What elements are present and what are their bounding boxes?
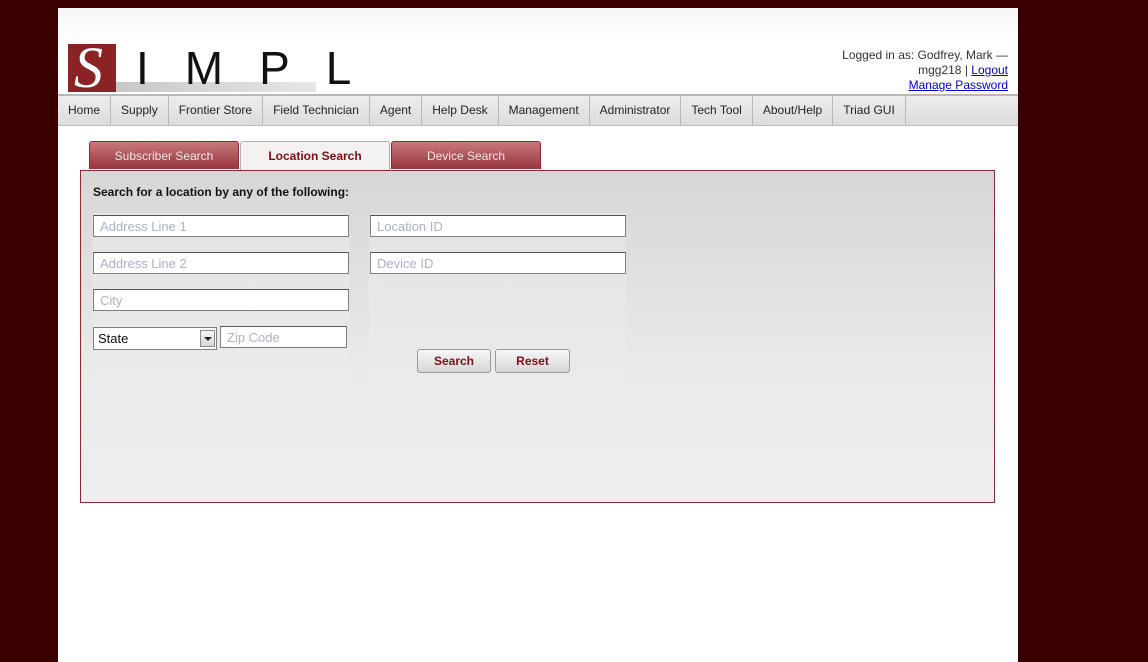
logged-in-label: Logged in as: Godfrey, Mark —	[842, 48, 1008, 62]
nav-tech-tool[interactable]: Tech Tool	[681, 96, 753, 125]
chevron-down-icon[interactable]	[200, 330, 215, 347]
device-id-input[interactable]	[370, 252, 626, 274]
search-tabs: Subscriber Search Location Search Device…	[89, 141, 542, 171]
nav-help-desk[interactable]: Help Desk	[422, 96, 499, 125]
location-id-input[interactable]	[370, 215, 626, 237]
tab-device-search[interactable]: Device Search	[391, 141, 541, 169]
logout-link[interactable]: Logout	[971, 63, 1008, 77]
tab-location-search[interactable]: Location Search	[240, 141, 390, 171]
page-container: S IMPL Logged in as: Godfrey, Mark — mgg…	[58, 8, 1018, 662]
logo-letters: IMPL	[136, 42, 388, 94]
city-input[interactable]	[93, 289, 349, 311]
state-select[interactable]: State	[93, 327, 217, 350]
separator: |	[964, 63, 968, 77]
reset-button[interactable]: Reset	[495, 349, 570, 373]
zip-code-input[interactable]	[220, 326, 347, 348]
nav-agent[interactable]: Agent	[370, 96, 423, 125]
address-line-2-input[interactable]	[93, 252, 349, 274]
nav-frontier-store[interactable]: Frontier Store	[169, 96, 264, 125]
username: mgg218	[918, 63, 962, 77]
user-info: Logged in as: Godfrey, Mark — mgg218 | L…	[842, 48, 1008, 93]
logo-s-block: S	[68, 38, 116, 98]
main-nav: Home Supply Frontier Store Field Technic…	[58, 94, 1018, 126]
search-button[interactable]: Search	[417, 349, 491, 373]
logo-initial: S	[74, 35, 103, 100]
nav-management[interactable]: Management	[499, 96, 590, 125]
nav-about-help[interactable]: About/Help	[753, 96, 834, 125]
location-search-panel: Search for a location by any of the foll…	[80, 170, 995, 503]
state-select-value: State	[98, 331, 129, 346]
search-instructions: Search for a location by any of the foll…	[93, 185, 350, 199]
tab-subscriber-search[interactable]: Subscriber Search	[89, 141, 239, 169]
address-line-1-input[interactable]	[93, 215, 349, 237]
nav-field-technician[interactable]: Field Technician	[263, 96, 370, 125]
nav-triad-gui[interactable]: Triad GUI	[833, 96, 906, 125]
nav-home[interactable]: Home	[58, 96, 112, 125]
nav-administrator[interactable]: Administrator	[590, 96, 682, 125]
manage-password-link[interactable]: Manage Password	[909, 78, 1008, 92]
nav-supply[interactable]: Supply	[111, 96, 169, 125]
simpl-logo: S IMPL	[68, 38, 351, 98]
